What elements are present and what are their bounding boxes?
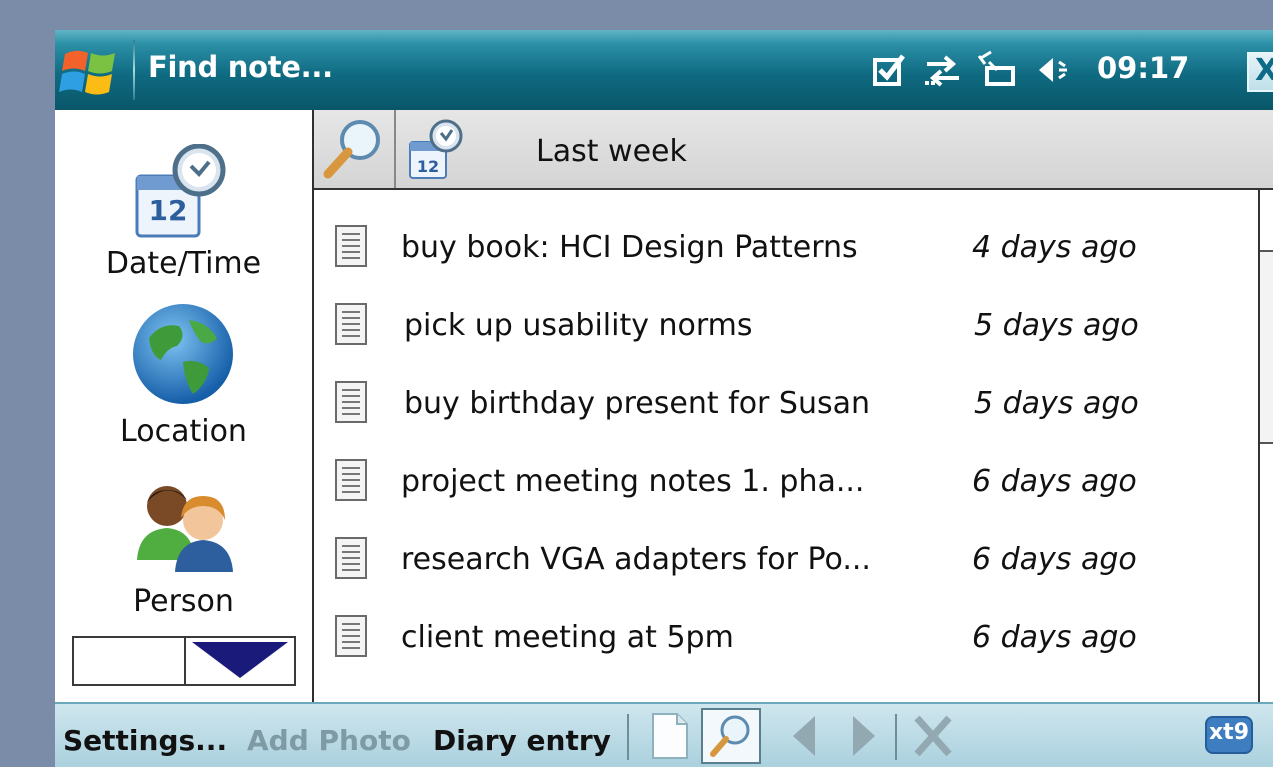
previous-button[interactable]: [779, 710, 831, 762]
note-date: 5 days ago: [974, 308, 1139, 343]
note-document-icon: [335, 459, 367, 501]
scrollbar-thumb[interactable]: [1260, 250, 1273, 444]
note-row[interactable]: client meeting at 5pm 6 days ago: [314, 602, 1258, 678]
note-title: pick up usability norms: [404, 308, 753, 343]
title-separator: [133, 40, 135, 100]
note-date: 6 days ago: [972, 542, 1137, 577]
note-row[interactable]: buy book: HCI Design Patterns 4 days ago: [314, 212, 1258, 288]
delete-button[interactable]: [907, 710, 959, 762]
signal-off-icon[interactable]: [975, 48, 1019, 92]
note-document-icon: [335, 537, 367, 579]
note-title: client meeting at 5pm: [401, 620, 734, 655]
toolbar-separator: [627, 714, 629, 760]
magnifier-icon: [710, 715, 750, 757]
note-row[interactable]: buy birthday present for Susan 5 days ag…: [314, 368, 1258, 444]
filter-date-time-label: Date/Time: [105, 246, 262, 281]
calendar-clock-icon: 12: [409, 119, 463, 179]
input-method-button[interactable]: xt9: [1205, 716, 1255, 756]
filter-location-label: Location: [120, 414, 247, 449]
note-date: 4 days ago: [972, 230, 1137, 265]
note-document-icon: [335, 225, 367, 267]
calendar-clock-icon: 12: [135, 144, 226, 238]
new-note-button[interactable]: [643, 710, 695, 762]
note-row[interactable]: pick up usability norms 5 days ago: [314, 290, 1258, 366]
filter-person-label: Person: [133, 584, 234, 619]
note-date: 6 days ago: [972, 620, 1137, 655]
search-toggle-button[interactable]: [314, 110, 396, 188]
svg-text:12: 12: [417, 157, 439, 176]
close-x-icon: [914, 715, 952, 757]
note-document-icon: [335, 615, 367, 657]
blank-page-icon: [652, 713, 688, 759]
note-document-icon: [335, 303, 367, 345]
filter-scroll-control: [72, 636, 296, 686]
filter-toolbar: 12 Last week: [314, 110, 1273, 190]
diary-entry-button[interactable]: Diary entry: [433, 724, 611, 757]
triangle-down-icon: [192, 642, 288, 678]
clock[interactable]: 09:17: [1097, 51, 1189, 85]
tasks-check-icon[interactable]: [867, 48, 911, 92]
menu-bar: Settings... Add Photo Diary entry xt9: [55, 702, 1273, 767]
add-photo-button[interactable]: Add Photo: [247, 724, 411, 757]
notes-list: buy book: HCI Design Patterns 4 days ago…: [314, 190, 1258, 702]
people-icon: [137, 486, 233, 572]
connectivity-arrows-icon[interactable]: [921, 48, 965, 92]
start-button[interactable]: [59, 44, 121, 100]
filter-panel: 12 Date/Time Location Person: [55, 110, 314, 702]
note-document-icon: [335, 381, 367, 423]
note-row[interactable]: project meeting notes 1. pha... 6 days a…: [314, 446, 1258, 522]
scroll-up-button[interactable]: [74, 638, 184, 684]
toolbar-separator: [895, 714, 897, 760]
list-scrollbar[interactable]: [1258, 190, 1273, 702]
title-bar: Find note... 09:17 X: [55, 30, 1273, 110]
globe-icon: [133, 304, 233, 404]
arrow-right-icon: [853, 716, 875, 756]
filter-location[interactable]: [55, 302, 312, 406]
scroll-down-button[interactable]: [186, 638, 294, 684]
note-title: project meeting notes 1. pha...: [401, 464, 865, 499]
magnifier-icon: [323, 120, 380, 179]
note-title: research VGA adapters for Po...: [401, 542, 871, 577]
close-button[interactable]: X: [1247, 52, 1273, 92]
svg-text:12: 12: [149, 194, 188, 227]
active-filter[interactable]: 12: [406, 118, 470, 182]
note-row[interactable]: research VGA adapters for Po... 6 days a…: [314, 524, 1258, 600]
active-filter-label[interactable]: Last week: [536, 134, 687, 169]
device-screen: Find note... 09:17 X 12 Date/Time Locati…: [55, 30, 1273, 767]
note-title: buy birthday present for Susan: [404, 386, 870, 421]
input-method-label: xt9: [1208, 720, 1249, 745]
search-button-active[interactable]: [701, 708, 761, 764]
filter-person[interactable]: [55, 480, 312, 572]
volume-icon[interactable]: [1035, 48, 1079, 92]
note-title: buy book: HCI Design Patterns: [401, 230, 858, 265]
arrow-left-icon: [793, 716, 815, 756]
next-button[interactable]: [837, 710, 889, 762]
note-date: 5 days ago: [974, 386, 1139, 421]
note-date: 6 days ago: [972, 464, 1137, 499]
settings-button[interactable]: Settings...: [63, 724, 227, 757]
window-title: Find note...: [148, 50, 333, 84]
windows-logo-icon: [59, 50, 115, 95]
